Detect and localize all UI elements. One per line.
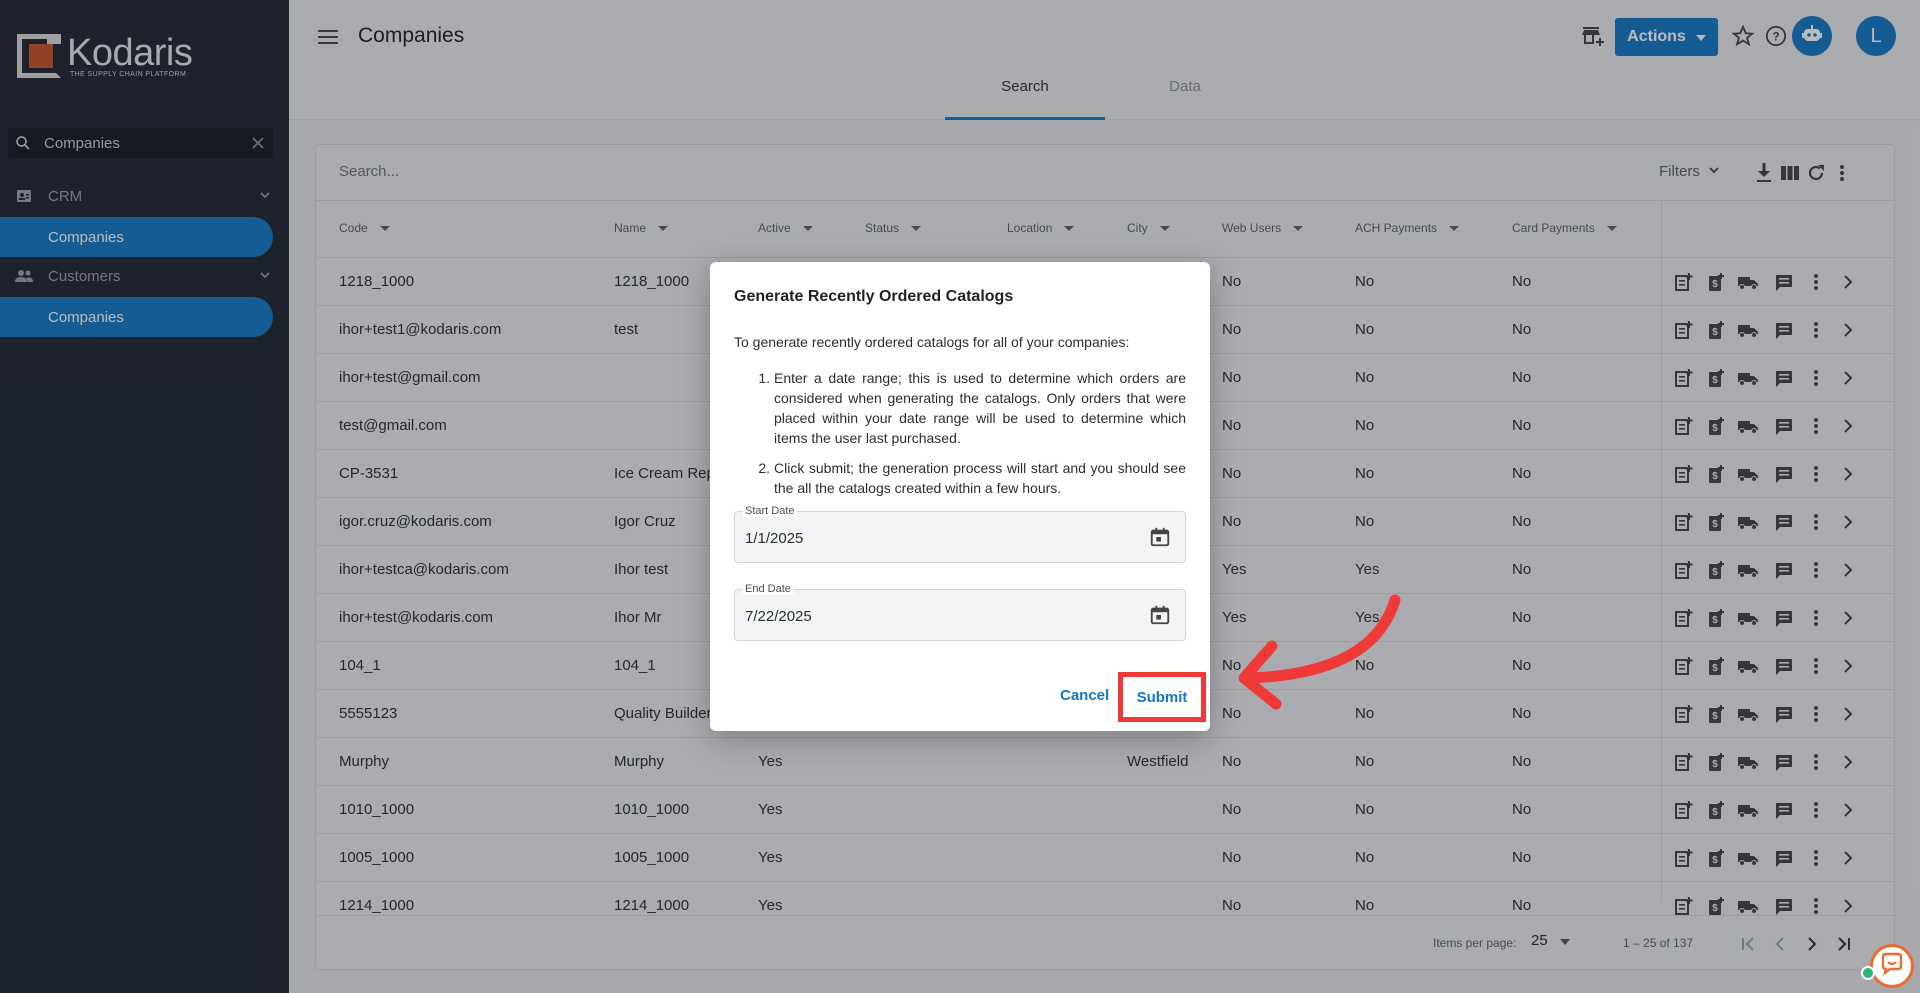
- dialog-intro: To generate recently ordered catalogs fo…: [734, 334, 1130, 350]
- dialog-title: Generate Recently Ordered Catalogs: [734, 288, 1014, 305]
- end-date-value[interactable]: 7/22/2025: [745, 608, 812, 625]
- dialog-step: 1. Enter a date range; this is used to d…: [734, 368, 1186, 448]
- submit-button-label: Submit: [1136, 688, 1188, 706]
- dialog-step: 2. Click submit; the generation process …: [734, 458, 1186, 498]
- start-date-value[interactable]: 1/1/2025: [745, 530, 803, 547]
- chat-icon: [1879, 951, 1905, 982]
- step-number: 1.: [758, 370, 770, 386]
- step-text: Click submit; the generation process wil…: [774, 460, 1186, 496]
- submit-button[interactable]: Submit: [1118, 672, 1206, 722]
- step-number: 2.: [758, 460, 770, 476]
- step-text: Enter a date range; this is used to dete…: [774, 370, 1186, 446]
- end-date-field[interactable]: End Date 7/22/2025: [734, 583, 1186, 641]
- online-status-dot: [1861, 966, 1875, 980]
- cancel-button[interactable]: Cancel: [1060, 687, 1109, 704]
- calendar-icon[interactable]: [1149, 604, 1171, 631]
- dialog-steps: 1. Enter a date range; this is used to d…: [734, 368, 1186, 508]
- start-date-field[interactable]: Start Date 1/1/2025: [734, 505, 1186, 563]
- end-date-label: End Date: [743, 583, 793, 595]
- start-date-label: Start Date: [743, 505, 797, 517]
- chat-widget-button[interactable]: [1870, 944, 1914, 988]
- calendar-icon[interactable]: [1149, 526, 1171, 553]
- annotation-arrow: [1238, 594, 1401, 710]
- generate-catalogs-dialog: Generate Recently Ordered Catalogs To ge…: [710, 262, 1210, 731]
